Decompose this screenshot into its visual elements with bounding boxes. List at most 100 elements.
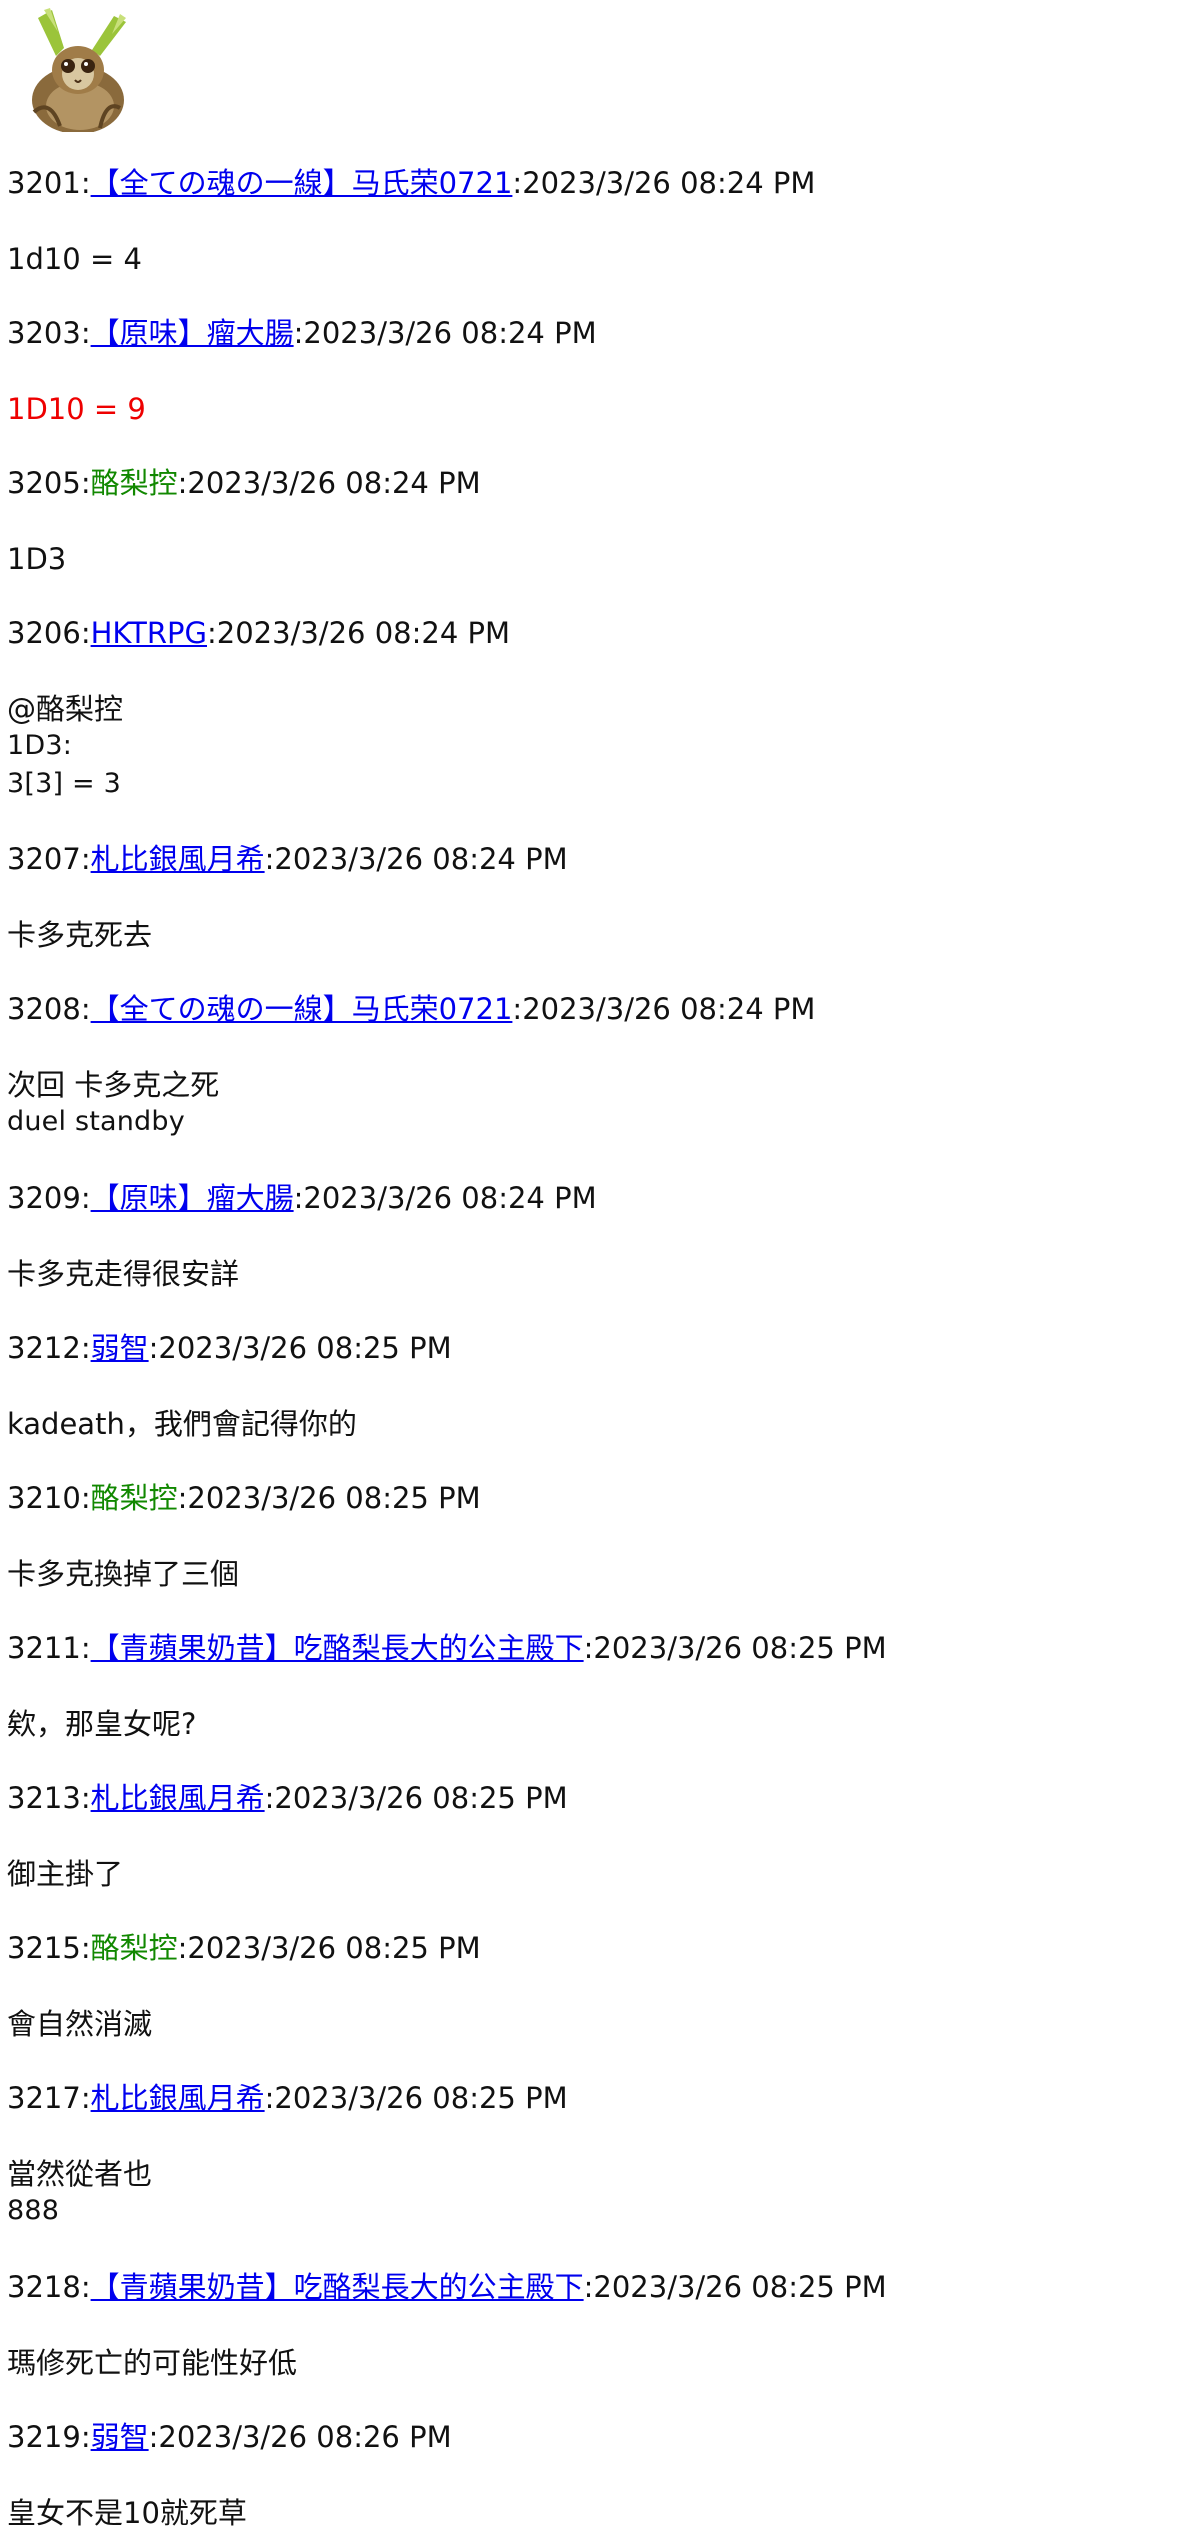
post-number: 3203 <box>7 316 81 350</box>
author-name[interactable]: 【青蘋果奶昔】吃酪梨長大的公主殿下 <box>91 1631 584 1665</box>
post-header: 3218:【青蘋果奶昔】吃酪梨長大的公主殿下:2023/3/26 08:25 P… <box>7 2268 887 2306</box>
author-name[interactable]: 札比銀風月希 <box>91 1781 265 1815</box>
post-body-line: @酪梨控 <box>7 692 124 726</box>
post-body: 1D3 <box>7 540 481 578</box>
post-body-line: 1D3 <box>7 542 67 576</box>
author-name: 酪梨控 <box>90 466 178 500</box>
separator: : <box>148 2420 159 2454</box>
post-header: 3219:弱智:2023/3/26 08:26 PM <box>7 2418 452 2456</box>
separator: : <box>207 616 217 650</box>
post-number: 3206 <box>7 616 81 650</box>
post-header: 3201:【全ての魂の一線】马氏荣0721:2023/3/26 08:24 PM <box>7 164 815 202</box>
post-timestamp: 2023/3/26 08:24 PM <box>187 466 481 500</box>
post-item: 3215:酪梨控:2023/3/26 08:25 PM 會自然消滅 <box>7 1929 481 2043</box>
post-item: 3212:弱智:2023/3/26 08:25 PM kadeath，我們會記得你… <box>7 1329 452 1443</box>
post-body-line: 3[3] = 3 <box>7 768 121 799</box>
post-header: 3209:【原味】瘤大腸:2023/3/26 08:24 PM <box>7 1179 597 1217</box>
post-timestamp: 2023/3/26 08:24 PM <box>274 842 568 876</box>
post-body-line: 次回 卡多克之死 <box>7 1068 220 1102</box>
post-item: 3201:【全ての魂の一線】马氏荣0721:2023/3/26 08:24 PM… <box>7 164 815 278</box>
post-number: 3211 <box>7 1631 81 1665</box>
separator: : <box>177 1931 188 1965</box>
post-number: 3208 <box>7 992 81 1026</box>
post-item: 3213:札比銀風月希:2023/3/26 08:25 PM 御主掛了 <box>7 1779 568 1893</box>
post-timestamp: 2023/3/26 08:24 PM <box>522 166 816 200</box>
post-item: 3208:【全ての魂の一線】马氏荣0721:2023/3/26 08:24 PM… <box>7 990 815 1142</box>
post-body-line: 皇女不是10就死草 <box>7 2496 247 2530</box>
post-body-line: 卡多克死去 <box>7 918 153 952</box>
author-name: 酪梨控 <box>90 1481 178 1515</box>
post-body-line: 欸，那皇女呢? <box>7 1707 197 1741</box>
post-body: 卡多克死去 <box>7 916 568 954</box>
separator: : <box>512 166 523 200</box>
post-header: 3207:札比銀風月希:2023/3/26 08:24 PM <box>7 840 568 878</box>
post-body-line: 瑪修死亡的可能性好低 <box>7 2346 298 2380</box>
post-item: 3209:【原味】瘤大腸:2023/3/26 08:24 PM 卡多克走得很安詳 <box>7 1179 597 1293</box>
post-body: 御主掛了 <box>7 1855 568 1893</box>
post-body: kadeath，我們會記得你的 <box>7 1405 452 1443</box>
author-name[interactable]: 弱智 <box>91 1331 149 1365</box>
post-body-line: 1D10 = 9 <box>7 392 146 426</box>
author-name[interactable]: 【全ての魂の一線】马氏荣0721 <box>91 166 513 200</box>
separator: : <box>80 1181 91 1215</box>
separator: : <box>80 2270 91 2304</box>
post-body: 皇女不是10就死草 <box>7 2494 452 2532</box>
post-number: 3218 <box>7 2270 81 2304</box>
post-body: @酪梨控 1D3: 3[3] = 3 <box>7 690 510 804</box>
separator: : <box>264 2081 275 2115</box>
post-item: 3205:酪梨控:2023/3/26 08:24 PM 1D3 <box>7 464 481 578</box>
post-number: 3205 <box>7 466 81 500</box>
separator: : <box>80 1631 91 1665</box>
post-body-line: 御主掛了 <box>7 1857 124 1891</box>
slow-loris-avatar-icon <box>20 8 132 134</box>
post-item: 3210:酪梨控:2023/3/26 08:25 PM 卡多克換掉了三個 <box>7 1479 481 1593</box>
post-body-line: 卡多克換掉了三個 <box>7 1557 240 1591</box>
post-number: 3207 <box>7 842 81 876</box>
post-body: 卡多克走得很安詳 <box>7 1255 597 1293</box>
separator: : <box>583 2270 594 2304</box>
separator: : <box>512 992 523 1026</box>
post-body: 次回 卡多克之死 duel standby <box>7 1066 815 1142</box>
post-body-line: 888 <box>7 2195 60 2226</box>
post-header: 3205:酪梨控:2023/3/26 08:24 PM <box>7 464 481 502</box>
author-name[interactable]: 札比銀風月希 <box>91 842 265 876</box>
post-body-line: 當然從者也 <box>7 2157 153 2191</box>
post-number: 3217 <box>7 2081 81 2115</box>
post-timestamp: 2023/3/26 08:26 PM <box>158 2420 452 2454</box>
post-body: 1d10 = 4 <box>7 240 815 278</box>
post-timestamp: 2023/3/26 08:24 PM <box>303 1181 597 1215</box>
author-name[interactable]: HKTRPG <box>91 616 207 650</box>
post-item: 3207:札比銀風月希:2023/3/26 08:24 PM 卡多克死去 <box>7 840 568 954</box>
author-name[interactable]: 【原味】瘤大腸 <box>91 316 294 350</box>
post-body: 卡多克換掉了三個 <box>7 1555 481 1593</box>
separator: : <box>80 1931 91 1965</box>
separator: : <box>264 1781 275 1815</box>
post-header: 3211:【青蘋果奶昔】吃酪梨長大的公主殿下:2023/3/26 08:25 P… <box>7 1629 887 1667</box>
post-number: 3212 <box>7 1331 81 1365</box>
separator: : <box>80 2081 91 2115</box>
post-item: 3206:HKTRPG:2023/3/26 08:24 PM @酪梨控 1D3: 3[… <box>7 614 510 804</box>
separator: : <box>148 1331 159 1365</box>
post-header: 3210:酪梨控:2023/3/26 08:25 PM <box>7 1479 481 1517</box>
post-number: 3219 <box>7 2420 81 2454</box>
avatar <box>20 8 132 134</box>
post-timestamp: 2023/3/26 08:25 PM <box>593 1631 887 1665</box>
separator: : <box>80 1331 91 1365</box>
separator: : <box>80 992 91 1026</box>
post-header: 3212:弱智:2023/3/26 08:25 PM <box>7 1329 452 1367</box>
author-name[interactable]: 【青蘋果奶昔】吃酪梨長大的公主殿下 <box>91 2270 584 2304</box>
separator: : <box>177 1481 188 1515</box>
separator: : <box>177 466 188 500</box>
post-timestamp: 2023/3/26 08:25 PM <box>593 2270 887 2304</box>
author-name[interactable]: 【原味】瘤大腸 <box>91 1181 294 1215</box>
post-item: 3218:【青蘋果奶昔】吃酪梨長大的公主殿下:2023/3/26 08:25 P… <box>7 2268 887 2382</box>
post-number: 3209 <box>7 1181 81 1215</box>
author-name[interactable]: 弱智 <box>91 2420 149 2454</box>
post-item: 3211:【青蘋果奶昔】吃酪梨長大的公主殿下:2023/3/26 08:25 P… <box>7 1629 887 1743</box>
post-item: 3217:札比銀風月希:2023/3/26 08:25 PM 當然從者也 888 <box>7 2079 568 2231</box>
post-body-line: 卡多克走得很安詳 <box>7 1257 240 1291</box>
author-name[interactable]: 札比銀風月希 <box>91 2081 265 2115</box>
post-body-line: duel standby <box>7 1106 185 1137</box>
author-name[interactable]: 【全ての魂の一線】马氏荣0721 <box>91 992 513 1026</box>
post-body: 會自然消滅 <box>7 2005 481 2043</box>
